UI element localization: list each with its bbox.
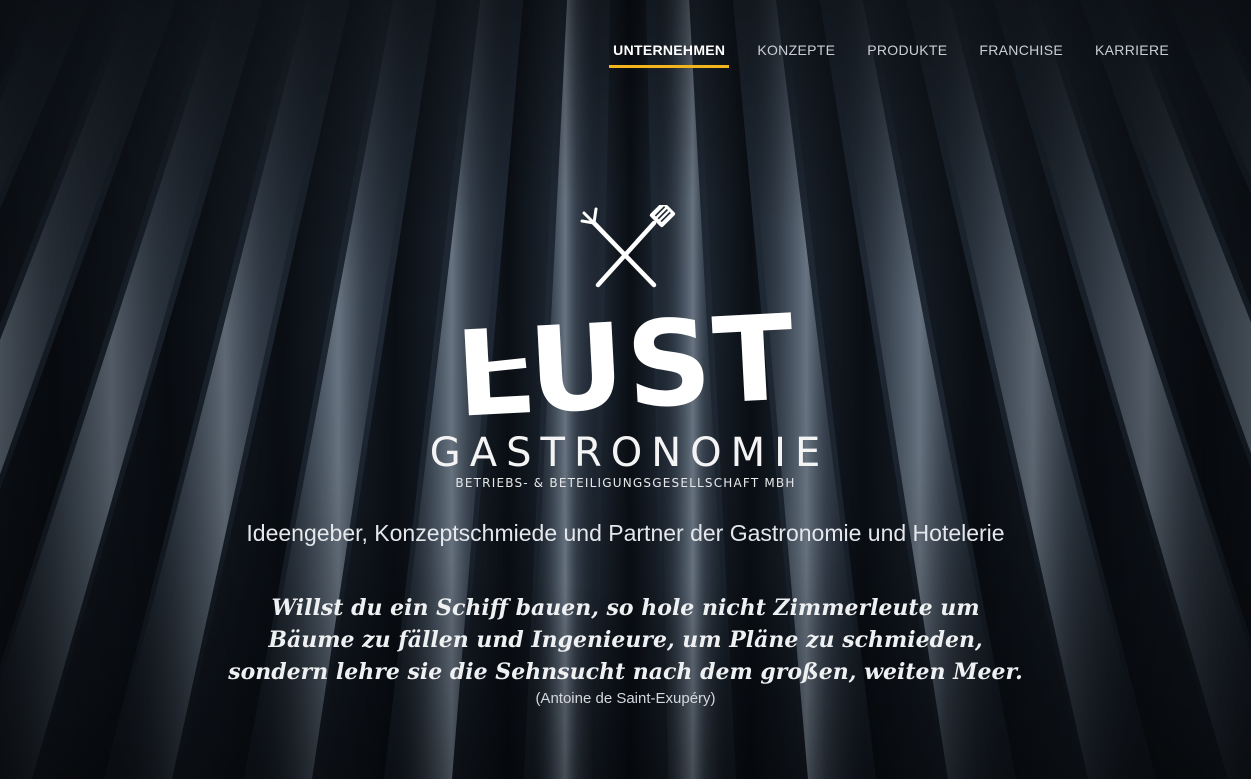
company-logo: LUST GASTRONOMIE BETRIEBS- & BETEILIGUNG… <box>0 205 1251 491</box>
logo-gastronomie: GASTRONOMIE <box>429 430 830 476</box>
crossed-fork-spatula-icon <box>580 205 675 288</box>
hero-section: UNTERNEHMEN KONZEPTE PRODUKTE FRANCHISE … <box>0 0 1251 779</box>
nav-item-franchise[interactable]: FRANCHISE <box>963 38 1079 68</box>
lust-wordmark: LUST <box>456 299 796 429</box>
nav-item-karriere[interactable]: KARRIERE <box>1079 38 1185 68</box>
logo-subline: BETRIEBS- & BETEILIGUNGSGESELLSCHAFT MBH <box>455 476 796 490</box>
nav-item-unternehmen[interactable]: UNTERNEHMEN <box>597 38 741 68</box>
main-navigation: UNTERNEHMEN KONZEPTE PRODUKTE FRANCHISE … <box>597 38 1185 68</box>
nav-item-konzepte[interactable]: KONZEPTE <box>741 38 851 68</box>
quote-author: (Antoine de Saint-Exupéry) <box>535 690 716 707</box>
quote-line: sondern lehre sie die Sehnsucht nach dem… <box>228 659 1023 685</box>
nav-item-produkte[interactable]: PRODUKTE <box>851 38 963 68</box>
quote-line: Bäume zu fällen und Ingenieure, um Pläne… <box>268 627 983 653</box>
quote-line: Willst du ein Schiff bauen, so hole nich… <box>271 595 980 621</box>
tagline: Ideengeber, Konzeptschmiede und Partner … <box>246 520 1005 546</box>
quote-block: Willst du ein Schiff bauen, so hole nich… <box>0 592 1251 707</box>
